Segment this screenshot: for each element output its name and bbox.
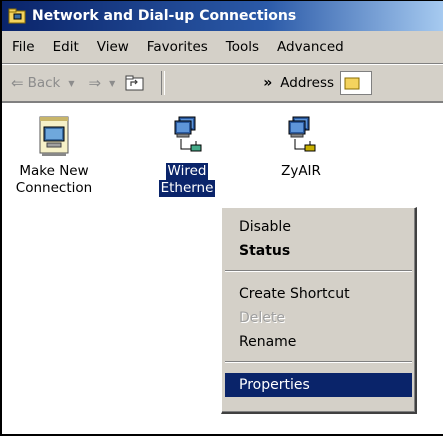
up-folder-button[interactable]: [125, 74, 145, 92]
item-label: ZyAIR: [281, 163, 321, 179]
desktop-item-wired-ethernet[interactable]: Wired Etherne: [142, 115, 232, 197]
window-bottom-border: [2, 434, 443, 436]
menu-view[interactable]: View: [88, 39, 138, 55]
up-folder-icon: [125, 75, 144, 91]
menu-item-disable[interactable]: Disable: [225, 215, 412, 239]
menu-separator: [225, 361, 412, 363]
address-folder-icon: [344, 77, 360, 90]
menu-item-delete: Delete: [239, 310, 285, 326]
back-label: Back: [27, 75, 61, 91]
make-new-connection-icon: [39, 116, 69, 156]
toolbar-overflow-chevron[interactable]: »: [263, 75, 272, 91]
toolbar-separator: [161, 71, 166, 95]
menu-separator: [225, 270, 412, 272]
item-label: Connection: [15, 180, 93, 196]
back-dropdown-icon[interactable]: ▼: [68, 79, 74, 88]
item-label-selected: Etherne: [158, 180, 216, 197]
menu-item-rename[interactable]: Rename: [225, 330, 412, 354]
menu-favorites[interactable]: Favorites: [138, 39, 217, 55]
zyair-connection-icon: [288, 116, 316, 152]
item-label-selected: Wired: [165, 163, 209, 180]
menu-item-properties[interactable]: Properties: [225, 373, 412, 397]
menu-advanced[interactable]: Advanced: [268, 39, 353, 55]
wired-ethernet-icon: [174, 116, 202, 152]
window-title: Network and Dial-up Connections: [32, 8, 297, 24]
menu-bar: File Edit View Favorites Tools Advanced: [2, 31, 443, 64]
desktop-item-make-new-connection[interactable]: Make New Connection: [9, 115, 99, 197]
toolbar: ⇐ Back ▼ ⇒ ▼ » Address: [2, 64, 443, 101]
forward-arrow-icon: ⇒: [88, 74, 102, 92]
back-arrow-icon: ⇐: [11, 74, 24, 92]
explorer-window: Network and Dial-up Connections File Edi…: [0, 0, 443, 436]
address-label: Address: [280, 75, 335, 91]
address-bar[interactable]: [340, 71, 373, 95]
menu-tools[interactable]: Tools: [217, 39, 268, 55]
forward-dropdown-icon[interactable]: ▼: [109, 79, 115, 88]
desktop-item-zyair[interactable]: ZyAIR: [256, 115, 346, 180]
context-menu: Disable Status Create Shortcut Delete Re…: [221, 207, 417, 414]
item-label: Make New: [19, 163, 89, 179]
forward-button[interactable]: ⇒ ▼: [89, 74, 116, 92]
menu-edit[interactable]: Edit: [44, 39, 88, 55]
menu-item-create-shortcut[interactable]: Create Shortcut: [225, 282, 412, 306]
title-bar[interactable]: Network and Dial-up Connections: [2, 1, 443, 31]
back-button[interactable]: ⇐ Back ▼: [11, 74, 75, 92]
menu-file[interactable]: File: [2, 39, 44, 55]
network-folder-icon: [8, 8, 26, 24]
menu-item-status[interactable]: Status: [225, 239, 412, 263]
